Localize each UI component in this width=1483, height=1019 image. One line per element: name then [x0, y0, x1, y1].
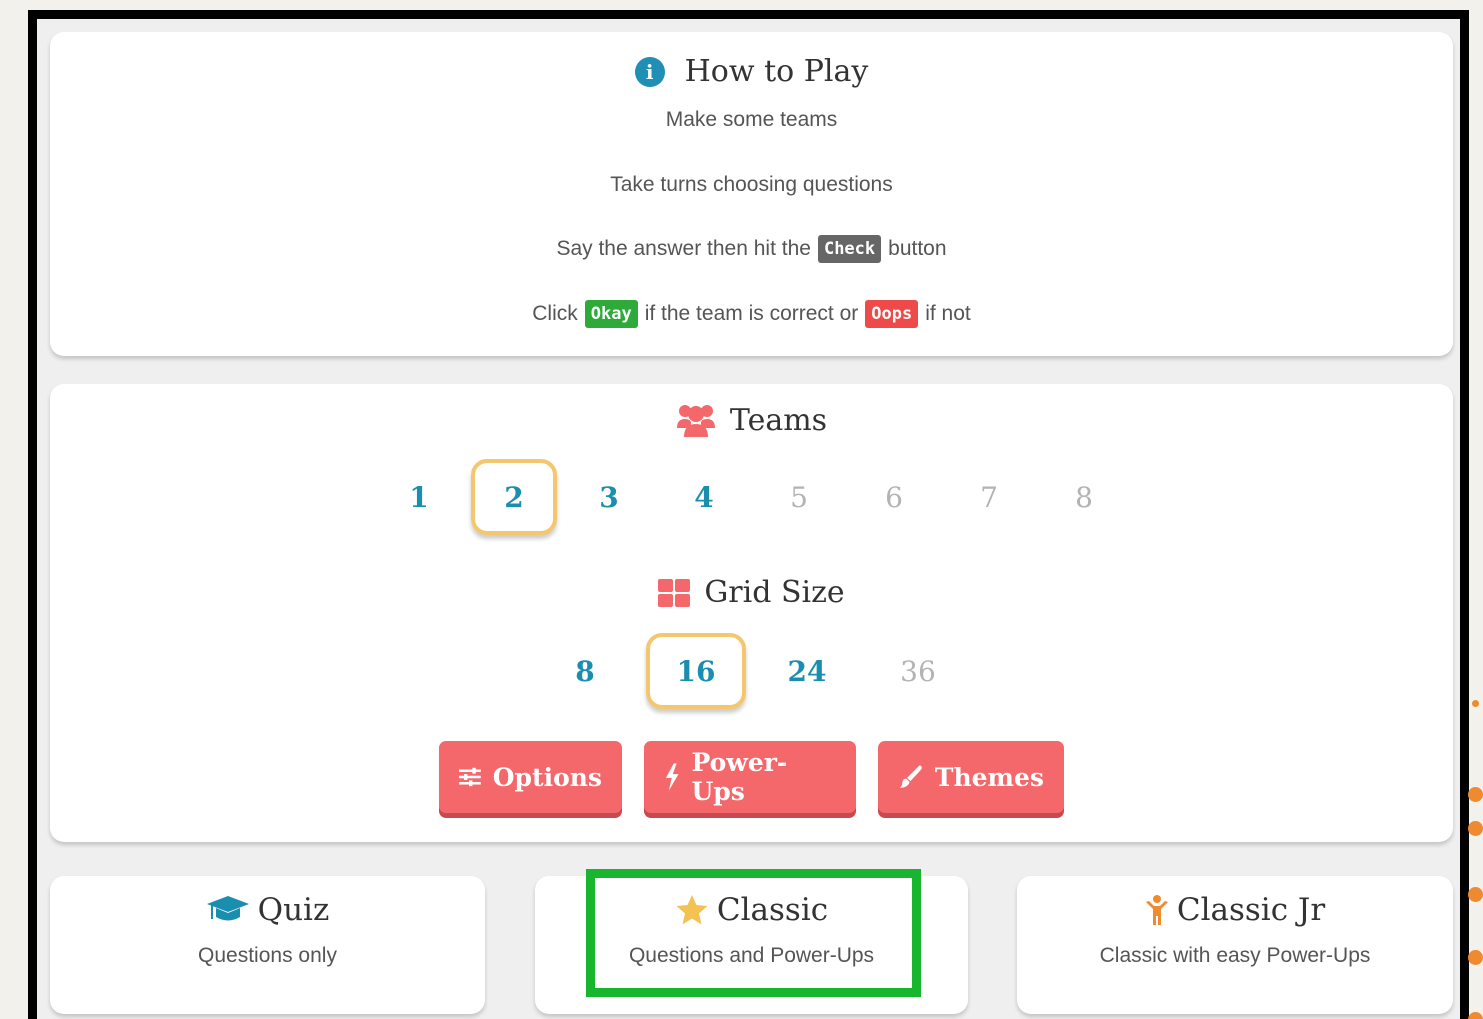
decorative-dot — [1468, 887, 1483, 902]
mode-quiz-heading: Quiz — [50, 892, 485, 928]
okay-chip: Okay — [584, 300, 638, 328]
teams-option-7: 7 — [980, 480, 998, 514]
howto-line-4: Click Okay if the team is correct or Oop… — [50, 300, 1453, 328]
child-icon — [1145, 895, 1168, 925]
themes-label: Themes — [934, 762, 1044, 792]
decorative-dot — [1468, 787, 1483, 802]
graduation-cap-icon — [206, 896, 249, 921]
teams-option-1[interactable]: 1 — [376, 459, 462, 535]
teams-selector: 1234 5 6 7 8 — [50, 459, 1453, 535]
brush-icon — [899, 765, 922, 788]
sliders-icon — [459, 767, 481, 787]
mode-quiz-desc: Questions only — [198, 944, 337, 967]
users-icon — [676, 405, 715, 437]
howto-line-4-pre: Click — [532, 302, 578, 325]
decorative-dot — [1468, 821, 1483, 836]
grid-size-option-24[interactable]: 24 — [757, 633, 857, 709]
mode-card-classic-jr[interactable]: Classic Jr Classic with easy Power-Ups — [1017, 876, 1453, 1014]
teams-heading: Teams — [50, 402, 1453, 438]
mode-card-quiz[interactable]: Quiz Questions only — [50, 876, 485, 1014]
howto-line-2: Take turns choosing questions — [610, 173, 893, 196]
howto-line-4-mid: if the team is correct or — [644, 302, 859, 325]
power-ups-label: Power-Ups — [691, 748, 788, 806]
howto-line-1: Make some teams — [665, 108, 838, 131]
oops-chip: Oops — [865, 300, 919, 328]
options-button[interactable]: Options — [439, 741, 622, 813]
teams-option-6: 6 — [885, 480, 903, 514]
teams-option-5: 5 — [790, 480, 808, 514]
power-ups-button[interactable]: Power-Ups — [644, 741, 856, 813]
settings-buttons: Options Power-Ups Themes — [50, 741, 1453, 813]
grid-size-option-8[interactable]: 8 — [535, 633, 635, 709]
settings-card: Teams 12345678 Grid Size 8 16 24 36 Options — [50, 384, 1453, 842]
check-chip: Check — [817, 235, 882, 263]
options-label: Options — [492, 762, 602, 792]
grid-size-selector: 8 16 24 36 — [50, 633, 1453, 709]
mode-classic-jr-desc: Classic with easy Power-Ups — [1099, 944, 1371, 967]
info-icon: i — [634, 56, 665, 87]
howto-line-4-post: if not — [925, 302, 971, 325]
teams-option-3[interactable]: 3 — [566, 459, 652, 535]
teams-title: Teams — [729, 402, 828, 438]
teams-option-4[interactable]: 4 — [661, 459, 747, 535]
grid-size-option-36: 36 — [900, 654, 936, 688]
decorative-dot — [1468, 950, 1483, 965]
grid-icon — [658, 578, 691, 607]
how-to-play-card: i How to Play Make some teams Take turns… — [50, 32, 1453, 356]
grid-size-heading: Grid Size — [50, 575, 1453, 610]
mode-classic-jr-title: Classic Jr — [1176, 892, 1326, 928]
howto-line-3: Say the answer then hit the Check button — [50, 235, 1453, 263]
how-to-play-heading: i How to Play — [50, 54, 1453, 89]
grid-size-title: Grid Size — [704, 575, 845, 610]
classic-highlight-box — [586, 869, 921, 997]
themes-button[interactable]: Themes — [878, 741, 1064, 813]
mode-classic-jr-heading: Classic Jr — [1017, 892, 1453, 928]
how-to-play-title: How to Play — [684, 54, 869, 89]
mode-quiz-title: Quiz — [257, 892, 330, 928]
teams-option-2[interactable]: 2 — [471, 459, 557, 535]
decorative-dot — [1472, 700, 1479, 707]
bolt-icon — [665, 763, 679, 791]
teams-option-8: 8 — [1075, 480, 1093, 514]
howto-line-3-post: button — [888, 237, 947, 260]
grid-size-option-16[interactable]: 16 — [646, 633, 746, 709]
decorative-dot — [1468, 1012, 1483, 1019]
howto-line-3-pre: Say the answer then hit the — [556, 237, 811, 260]
